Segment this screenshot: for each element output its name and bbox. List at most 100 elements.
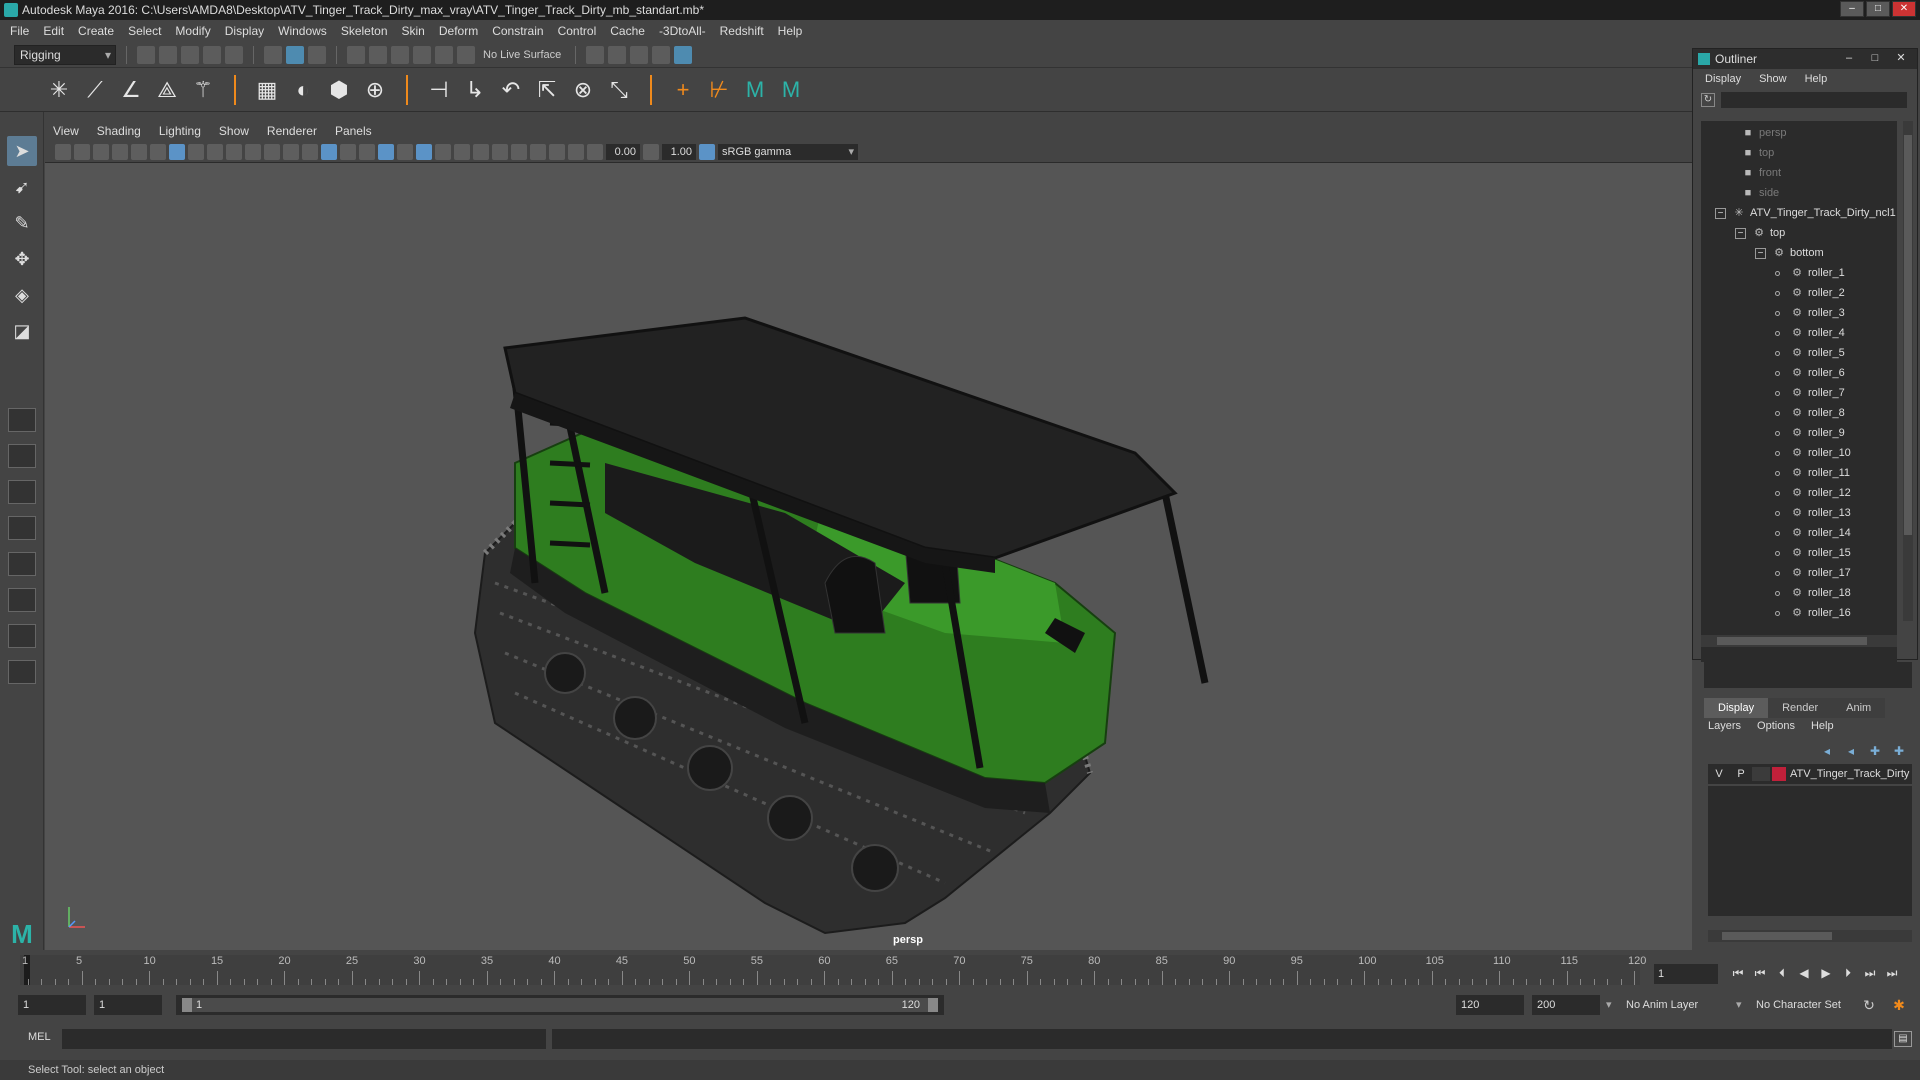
render-frame-icon[interactable] <box>608 45 627 64</box>
hypershade-icon[interactable] <box>674 45 693 64</box>
layer-display-type-toggle[interactable] <box>1752 767 1770 781</box>
playback-end-field[interactable]: 120 <box>1456 995 1524 1015</box>
gamma-icon[interactable] <box>643 143 659 160</box>
open-scene-icon[interactable] <box>159 45 177 64</box>
menu-3dtoall[interactable]: -3DtoAll- <box>659 24 706 38</box>
outliner-vertical-scrollbar[interactable] <box>1903 121 1913 621</box>
snap-view-icon[interactable] <box>413 45 431 64</box>
layer-menu-help[interactable]: Help <box>1811 720 1834 732</box>
outliner-item-roller-4[interactable]: ⚙ roller_4 <box>1775 323 1845 343</box>
outliner-item-roller-12[interactable]: ⚙ roller_12 <box>1775 483 1851 503</box>
select-tool-icon[interactable]: ➤ <box>7 136 37 166</box>
hypershade-layout-icon[interactable] <box>8 588 36 612</box>
persp-outliner-layout-icon[interactable] <box>8 552 36 576</box>
ik-handle-icon[interactable]: ∠ <box>118 77 144 103</box>
go-to-start-icon[interactable]: ⏮ <box>1730 964 1746 982</box>
preferences-icon[interactable]: ✱ <box>1890 996 1908 1014</box>
scale-constraint-icon[interactable]: ⇱ <box>534 77 560 103</box>
screen-space-ao-icon[interactable] <box>435 143 451 160</box>
render-view-icon[interactable] <box>586 45 605 64</box>
persp-graph-layout-icon[interactable] <box>8 516 36 540</box>
outliner-menu-show[interactable]: Show <box>1759 73 1787 85</box>
maximize-button[interactable]: □ <box>1866 1 1890 17</box>
anim-layer-dropdown-icon[interactable]: ▾ <box>1736 995 1742 1015</box>
snap-curve-icon[interactable] <box>369 45 387 64</box>
outliner-item-bottom[interactable]: − ⚙ bottom <box>1755 243 1824 263</box>
anim-layer-dropdown[interactable]: No Anim Layer <box>1626 995 1698 1015</box>
menu-redshift[interactable]: Redshift <box>720 24 764 38</box>
outliner-item-roller-2[interactable]: ⚙ roller_2 <box>1775 283 1845 303</box>
outliner-close-button[interactable]: ✕ <box>1891 51 1911 65</box>
step-forward-key-icon[interactable]: ⏭ <box>1862 964 1878 982</box>
lasso-tool-icon[interactable]: ➹ <box>7 172 37 202</box>
time-slider[interactable]: 1 5 10 15 20 25 30 35 40 45 50 55 60 65 70 75 80 85 90 95 10… <box>20 955 1646 985</box>
menu-deform[interactable]: Deform <box>439 24 478 38</box>
menu-windows[interactable]: Windows <box>278 24 327 38</box>
move-layer-up-icon[interactable]: ◂ <box>1818 744 1836 758</box>
point-constraint-icon[interactable]: ⊣ <box>426 77 452 103</box>
xray-joints-icon[interactable] <box>568 143 584 160</box>
view-transform-dropdown[interactable]: sRGB gamma <box>718 143 858 160</box>
character-set-dropdown[interactable]: No Character Set <box>1756 995 1841 1015</box>
menu-cache[interactable]: Cache <box>610 24 645 38</box>
layer-menu-layers[interactable]: Layers <box>1708 720 1741 732</box>
snap-grid-icon[interactable] <box>347 45 365 64</box>
layer-row[interactable]: V P ATV_Tinger_Track_Dirty <box>1708 764 1912 784</box>
range-slider[interactable]: 1 120 <box>176 995 944 1015</box>
outliner-persp-layout-icon[interactable] <box>8 624 36 648</box>
film-gate-icon[interactable] <box>188 143 204 160</box>
step-forward-frame-icon[interactable]: ⏵ <box>1840 964 1856 982</box>
snap-point-icon[interactable] <box>391 45 409 64</box>
menu-help[interactable]: Help <box>778 24 803 38</box>
field-chart-icon[interactable] <box>245 143 261 160</box>
range-start-handle[interactable] <box>182 998 192 1012</box>
shadows-icon[interactable] <box>416 143 432 160</box>
xray-active-icon[interactable] <box>549 143 565 160</box>
outliner-item-camera-side[interactable]: ■ side <box>1741 183 1780 203</box>
save-scene-icon[interactable] <box>181 45 199 64</box>
outliner-item-roller-9[interactable]: ⚙ roller_9 <box>1775 423 1845 443</box>
script-language-label[interactable]: MEL <box>28 1031 51 1043</box>
render-settings-icon[interactable] <box>652 45 671 64</box>
ik-spline-icon[interactable]: ⟁ <box>154 77 180 103</box>
layer-visibility-toggle[interactable]: V <box>1708 768 1730 780</box>
outliner-item-top[interactable]: − ⚙ top <box>1735 223 1785 243</box>
layer-tab-render[interactable]: Render <box>1768 698 1833 718</box>
outliner-minimize-button[interactable]: – <box>1839 51 1859 65</box>
layer-menu-options[interactable]: Options <box>1757 720 1795 732</box>
outliner-item-root[interactable]: − ✳ ATV_Tinger_Track_Dirty_ncl1 <box>1715 203 1896 223</box>
outliner-item-roller-14[interactable]: ⚙ roller_14 <box>1775 523 1851 543</box>
perspective-viewport[interactable]: persp <box>45 163 1692 950</box>
outliner-item-roller-15[interactable]: ⚙ roller_15 <box>1775 543 1851 563</box>
color-management-icon[interactable] <box>699 143 715 160</box>
aim-constraint-icon[interactable]: ↶ <box>498 77 524 103</box>
outliner-menu-help[interactable]: Help <box>1805 73 1828 85</box>
viewport-menu-renderer[interactable]: Renderer <box>267 124 317 138</box>
use-all-lights-icon[interactable] <box>397 143 413 160</box>
layer-horizontal-scrollbar[interactable] <box>1708 930 1912 942</box>
menu-constrain[interactable]: Constrain <box>492 24 543 38</box>
gate-mask-icon[interactable] <box>226 143 242 160</box>
redo-icon[interactable] <box>225 45 243 64</box>
smooth-shade-icon[interactable] <box>321 143 337 160</box>
side-by-side-layout-icon[interactable] <box>8 480 36 504</box>
outliner-search-input[interactable] <box>1721 92 1907 108</box>
orient-constraint-icon[interactable]: ↳ <box>462 77 488 103</box>
menu-skin[interactable]: Skin <box>402 24 425 38</box>
outliner-item-roller-13[interactable]: ⚙ roller_13 <box>1775 503 1851 523</box>
viewport-menu-show[interactable]: Show <box>219 124 249 138</box>
camera-attributes-icon[interactable] <box>74 143 90 160</box>
select-component-icon[interactable] <box>308 45 326 64</box>
viewport-menu-panels[interactable]: Panels <box>335 124 372 138</box>
textured-icon[interactable] <box>378 143 394 160</box>
default-material-icon[interactable] <box>340 143 356 160</box>
outliner-item-camera-top[interactable]: ■ top <box>1741 143 1775 163</box>
exposure-icon[interactable] <box>587 143 603 160</box>
gamma-field[interactable]: 1.00 <box>662 143 696 160</box>
current-frame-field[interactable]: 1 <box>1654 964 1718 984</box>
auto-key-icon[interactable]: ↻ <box>1860 996 1878 1014</box>
grid-icon[interactable] <box>169 143 185 160</box>
pole-vector-icon[interactable]: ⤡ <box>606 77 632 103</box>
paint-select-icon[interactable]: ✎ <box>7 208 37 238</box>
depth-of-field-icon[interactable] <box>492 143 508 160</box>
